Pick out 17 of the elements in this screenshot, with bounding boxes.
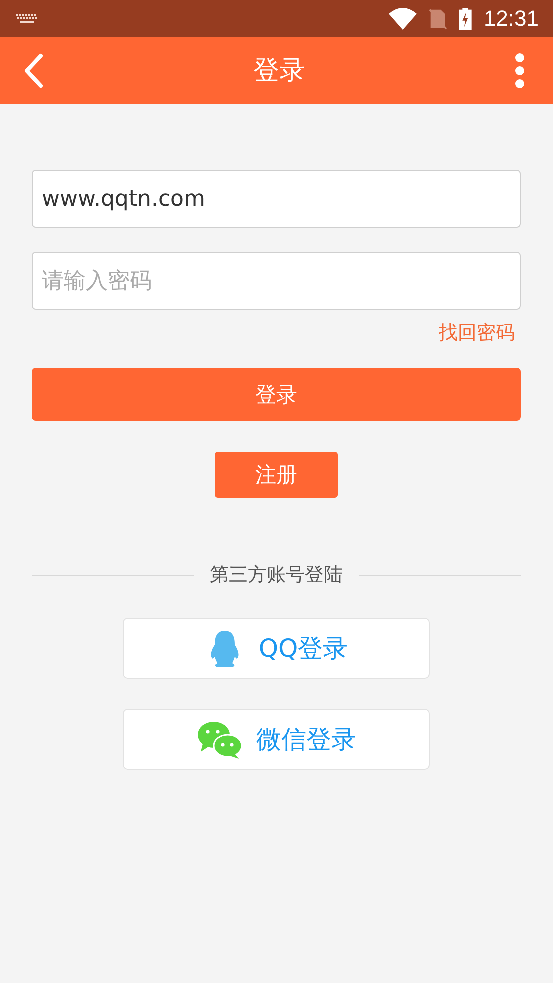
page-title: 登录 [254, 55, 306, 88]
wechat-login-button[interactable]: 微信登录 [123, 709, 430, 770]
login-button[interactable]: 登录 [32, 368, 521, 421]
status-time: 12:31 [484, 6, 539, 32]
register-button[interactable]: 注册 [215, 452, 338, 498]
back-icon[interactable] [24, 52, 44, 88]
qq-login-button[interactable]: QQ登录 [123, 618, 430, 679]
section-heading: 第三方账号登陆 [210, 563, 343, 588]
no-sim-icon [428, 8, 448, 30]
password-field[interactable]: 请输入密码 [32, 252, 521, 310]
forgot-password-link[interactable]: 找回密码 [439, 320, 515, 346]
keyboard-icon [16, 14, 38, 24]
wifi-icon [388, 8, 417, 30]
more-menu-icon[interactable] [515, 52, 525, 88]
battery-charging-icon [459, 8, 472, 30]
username-field[interactable]: www.qqtn.com [32, 170, 521, 228]
chat-bubbles-icon [196, 720, 242, 760]
